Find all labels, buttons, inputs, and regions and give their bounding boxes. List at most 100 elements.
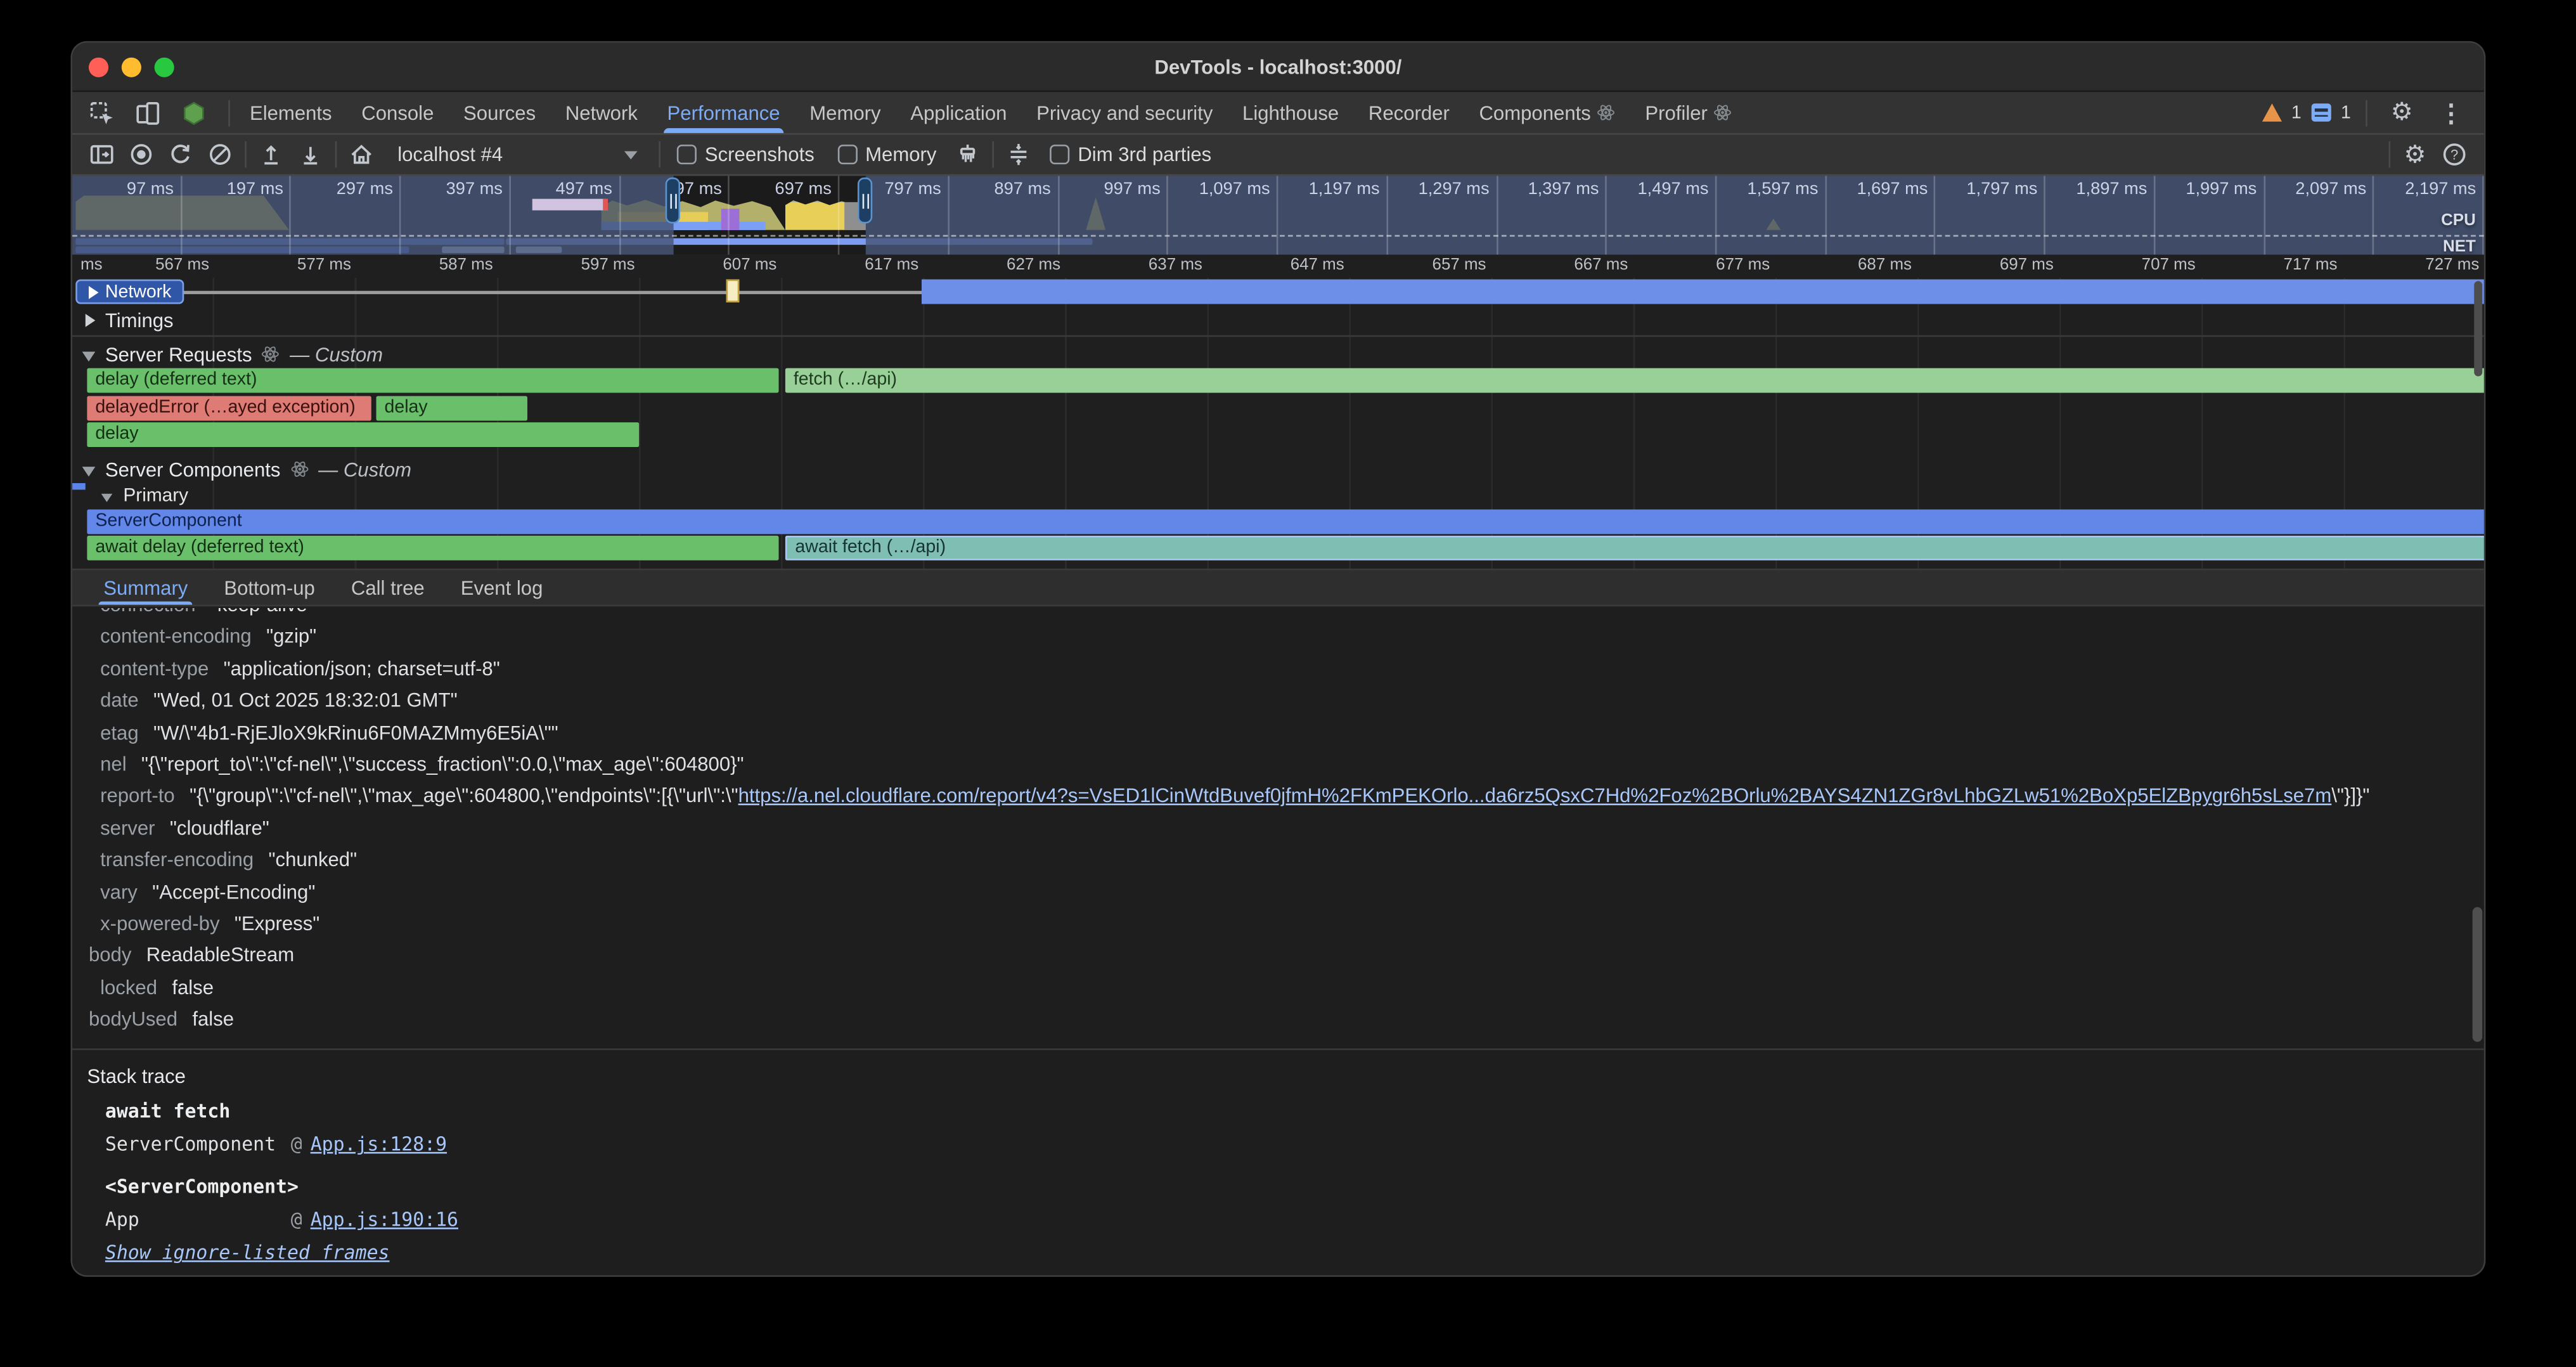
home-icon[interactable] bbox=[342, 136, 381, 172]
panel-tabs: Elements Console Sources Network Perform… bbox=[235, 92, 1747, 133]
tab-privacy-and-security[interactable]: Privacy and security bbox=[1022, 92, 1228, 133]
overview-time-label: 1,697 ms bbox=[1826, 176, 1936, 254]
server-requests-header[interactable]: Server Requests — Custom bbox=[72, 340, 2484, 368]
tab-elements[interactable]: Elements bbox=[235, 92, 347, 133]
ruler-tick: 637 ms bbox=[1066, 255, 1208, 278]
summary-scrollbar[interactable] bbox=[2473, 907, 2483, 1042]
stack-trace: await fetch ServerComponent @ App.js:128… bbox=[72, 1095, 2484, 1269]
history-select[interactable]: localhost #4 bbox=[388, 143, 648, 165]
show-ignore-listed-link[interactable]: Show ignore-listed frames bbox=[105, 1241, 390, 1264]
cpu-lane-label: CPU bbox=[2441, 212, 2476, 230]
server-components-header[interactable]: Server Components — Custom bbox=[72, 455, 2484, 483]
flame-chart[interactable]: Network Timings Server Requests — Custom… bbox=[72, 278, 2484, 569]
tab-recorder[interactable]: Recorder bbox=[1354, 92, 1465, 133]
collect-garbage-icon[interactable] bbox=[948, 136, 988, 172]
selected-tab-underline bbox=[99, 600, 193, 604]
flame-bar-await-fetch-selected[interactable]: await fetch (…/api) bbox=[785, 536, 2486, 560]
warning-icon[interactable] bbox=[2262, 103, 2281, 122]
expand-arrow-icon[interactable] bbox=[86, 314, 96, 327]
issues-count: 1 bbox=[2341, 103, 2351, 122]
tab-lighthouse[interactable]: Lighthouse bbox=[1228, 92, 1354, 133]
tab-event-log[interactable]: Event log bbox=[442, 570, 561, 604]
property-row: bodyUsedfalse bbox=[72, 1007, 2484, 1039]
ruler-tick: 727 ms bbox=[2342, 255, 2484, 278]
flame-bar-fetch-api[interactable]: fetch (…/api) bbox=[785, 368, 2486, 393]
overview-time-label: 1,197 ms bbox=[1278, 176, 1388, 254]
capture-settings-gear-icon[interactable]: ⚙ bbox=[2395, 136, 2435, 172]
tab-call-tree[interactable]: Call tree bbox=[333, 570, 442, 604]
dim-3rd-parties-checkbox[interactable]: Dim 3rd parties bbox=[1050, 143, 1211, 165]
flame-bar-server-component[interactable]: ServerComponent bbox=[87, 509, 2485, 534]
property-row: date"Wed, 01 Oct 2025 18:32:01 GMT" bbox=[72, 689, 2484, 720]
details-tabbar: Summary Bottom-up Call tree Event log bbox=[72, 569, 2484, 607]
node-icon[interactable] bbox=[174, 94, 214, 131]
tab-sources[interactable]: Sources bbox=[449, 92, 551, 133]
more-menu-icon[interactable]: ⋮ bbox=[2431, 94, 2471, 131]
network-track[interactable]: Network bbox=[72, 278, 2484, 306]
overview-time-label: 697 ms bbox=[730, 176, 840, 254]
toggle-sidebar-icon[interactable] bbox=[82, 136, 122, 172]
flame-bar-delay[interactable]: delay bbox=[87, 422, 639, 447]
primary-subtrack[interactable]: Primary bbox=[72, 483, 2484, 509]
property-row: x-powered-by"Express" bbox=[72, 912, 2484, 943]
tab-application[interactable]: Application bbox=[896, 92, 1022, 133]
tab-label: Call tree bbox=[351, 576, 425, 599]
net-lane-label: NET bbox=[2443, 238, 2476, 255]
collapse-tracks-icon[interactable] bbox=[999, 136, 1038, 172]
tab-summary[interactable]: Summary bbox=[86, 570, 206, 604]
frame-source-link[interactable]: App.js:128:9 bbox=[311, 1133, 447, 1156]
tab-memory[interactable]: Memory bbox=[795, 92, 896, 133]
flame-bar-await-delay[interactable]: await delay (deferred text) bbox=[87, 536, 778, 560]
selection-handle-left[interactable] bbox=[666, 178, 680, 224]
load-profile-icon[interactable] bbox=[252, 136, 291, 172]
ruler-tick: 577 ms bbox=[214, 255, 356, 278]
ruler-tick: 607 ms bbox=[640, 255, 782, 278]
tab-performance[interactable]: Performance bbox=[652, 92, 795, 133]
track-title: Server Components bbox=[105, 458, 281, 481]
collapse-arrow-icon[interactable] bbox=[82, 466, 96, 476]
report-url-link[interactable]: https://a.nel.cloudflare.com/report/v4?s… bbox=[738, 784, 2332, 807]
network-request-bar-pending[interactable] bbox=[726, 280, 740, 302]
record-and-reload-icon[interactable] bbox=[161, 136, 200, 172]
network-request-bar[interactable] bbox=[922, 278, 2485, 303]
track-subtitle: — Custom bbox=[318, 458, 411, 481]
frame-at: @ bbox=[291, 1208, 302, 1231]
network-track-label[interactable]: Network bbox=[75, 280, 184, 304]
tab-components[interactable]: Components bbox=[1464, 92, 1630, 133]
track-label: Timings bbox=[105, 309, 174, 332]
tab-bottom-up[interactable]: Bottom-up bbox=[206, 570, 333, 604]
record-icon[interactable] bbox=[122, 136, 161, 172]
tab-profiler[interactable]: Profiler bbox=[1630, 92, 1747, 133]
device-toolbar-icon[interactable] bbox=[128, 94, 167, 131]
property-key: server bbox=[100, 816, 155, 839]
inspect-icon[interactable] bbox=[82, 94, 122, 131]
flame-bar-delay[interactable]: delay bbox=[377, 396, 527, 421]
property-row: lockedfalse bbox=[72, 976, 2484, 1007]
selection-handle-right[interactable] bbox=[858, 178, 872, 224]
settings-gear-icon[interactable]: ⚙ bbox=[2382, 94, 2421, 131]
tracks-scrollbar[interactable] bbox=[2474, 281, 2482, 376]
tab-label: Memory bbox=[809, 101, 880, 124]
help-icon[interactable]: ? bbox=[2435, 136, 2474, 172]
property-value: "Wed, 01 Oct 2025 18:32:01 GMT" bbox=[153, 689, 458, 711]
memory-checkbox[interactable]: Memory bbox=[837, 143, 936, 165]
issues-icon[interactable] bbox=[2311, 103, 2331, 122]
save-profile-icon[interactable] bbox=[291, 136, 330, 172]
ruler-tick: 667 ms bbox=[1491, 255, 1633, 278]
flame-bar-delayed-error[interactable]: delayedError (…ayed exception) bbox=[87, 396, 371, 421]
divider bbox=[228, 100, 230, 126]
collapse-arrow-icon[interactable] bbox=[101, 494, 113, 502]
tab-console[interactable]: Console bbox=[347, 92, 449, 133]
checkbox-label: Memory bbox=[865, 143, 936, 165]
frame-source-link[interactable]: App.js:190:16 bbox=[311, 1208, 458, 1231]
timeline-overview[interactable]: 97 ms 197 ms 297 ms 397 ms 497 ms 597 ms… bbox=[72, 176, 2484, 254]
tab-network[interactable]: Network bbox=[550, 92, 652, 133]
clear-icon[interactable] bbox=[200, 136, 240, 172]
summary-pane[interactable]: connection"keep-alive" content-encoding"… bbox=[72, 608, 2484, 1275]
property-row: transfer-encoding"chunked" bbox=[72, 848, 2484, 880]
divider bbox=[245, 141, 247, 167]
collapse-arrow-icon[interactable] bbox=[82, 351, 96, 361]
flame-bar-delay-deferred[interactable]: delay (deferred text) bbox=[87, 368, 778, 393]
timings-track[interactable]: Timings bbox=[72, 306, 2484, 335]
screenshots-checkbox[interactable]: Screenshots bbox=[677, 143, 815, 165]
